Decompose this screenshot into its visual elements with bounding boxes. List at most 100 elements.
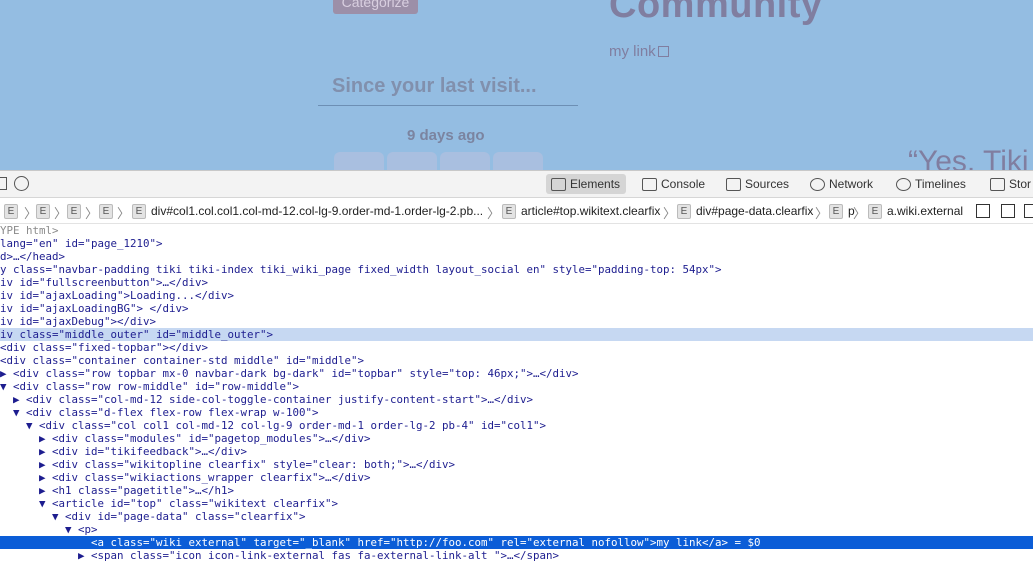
- breadcrumb-item-a[interactable]: Ea.wiki.external: [868, 204, 963, 220]
- breadcrumb-separator: 〉: [54, 206, 68, 221]
- breadcrumb: E 〉 E 〉 E 〉 E 〉 Ediv#col1.col.col1.col-m…: [0, 198, 1033, 224]
- dom-node-text: ▼ <div class="d-flex flex-row flex-wrap …: [0, 406, 319, 419]
- dom-node-text: iv id="fullscreenbutton">…</div>: [0, 276, 209, 289]
- dom-node-row[interactable]: y class="navbar-padding tiki tiki-index …: [0, 263, 1033, 276]
- dom-node-row[interactable]: ▼ <div class="col col1 col-md-12 col-lg-…: [0, 419, 1033, 432]
- breadcrumb-separator: 〉: [85, 206, 99, 221]
- dom-node-row[interactable]: <div class="fixed-topbar"></div>: [0, 341, 1033, 354]
- dom-node-row[interactable]: ▼ <div id="page-data" class="clearfix">: [0, 510, 1033, 523]
- dom-node-row[interactable]: ▼ <div class="d-flex flex-row flex-wrap …: [0, 406, 1033, 419]
- dom-node-text: ▶ <div class="modules" id="pagetop_modul…: [0, 432, 371, 445]
- tab-elements-label: Elements: [570, 177, 621, 191]
- dom-node-row[interactable]: ▼ <article id="top" class="wikitext clea…: [0, 497, 1033, 510]
- dom-node-text: lang="en" id="page_1210">: [0, 237, 163, 250]
- element-badge-icon: E: [868, 204, 882, 220]
- dom-node-row[interactable]: iv id="ajaxLoadingBG"> </div>: [0, 302, 1033, 315]
- dom-node-row[interactable]: ▶ <div class="wikiactions_wrapper clearf…: [0, 471, 1033, 484]
- dom-node-row[interactable]: lang="en" id="page_1210">: [0, 237, 1033, 250]
- dom-node-text: ▶ <h1 class="pagetitle">…</h1>: [0, 484, 235, 497]
- tab-activity[interactable]: [334, 152, 384, 170]
- dom-node-text: ▶ <div class="wikiactions_wrapper clearf…: [0, 471, 371, 484]
- toggle-sidebar-icon[interactable]: [0, 177, 7, 190]
- dom-node-row[interactable]: iv id="fullscreenbutton">…</div>: [0, 276, 1033, 289]
- tab-console[interactable]: Console: [637, 174, 711, 194]
- tab-timelines-label: Timelines: [915, 177, 966, 191]
- dom-node-text: ▶ <div id="tikifeedback">…</div>: [0, 445, 248, 458]
- element-badge-icon: E: [502, 204, 516, 220]
- dom-node-row[interactable]: iv id="ajaxLoading">Loading...</div>: [0, 289, 1033, 302]
- tab-network[interactable]: Network: [805, 174, 879, 194]
- dom-node-row[interactable]: <div class="container container-std midd…: [0, 354, 1033, 367]
- dom-node-text: YPE html>: [0, 224, 59, 237]
- dom-node-text: iv id="ajaxLoading">Loading...</div>: [0, 289, 235, 302]
- dom-node-text: ▶ <div class="wikitopline clearfix" styl…: [0, 458, 456, 471]
- dom-node-row[interactable]: ▶ <div class="col-md-12 side-col-toggle-…: [0, 393, 1033, 406]
- dom-node-row[interactable]: ▶ <div class="wikitopline clearfix" styl…: [0, 458, 1033, 471]
- dom-node-text: ▶ <div class="col-md-12 side-col-toggle-…: [0, 393, 534, 406]
- tab-sources-label: Sources: [745, 177, 790, 191]
- dom-node-row[interactable]: iv class="middle_outer" id="middle_outer…: [0, 328, 1033, 341]
- page-title: Community: [609, 0, 823, 26]
- tab-storage[interactable]: Stor: [985, 174, 1033, 194]
- dom-node-text: iv class="middle_outer" id="middle_outer…: [0, 328, 274, 341]
- print-icon[interactable]: [1001, 204, 1015, 218]
- inspect-element-icon[interactable]: [14, 176, 29, 191]
- dom-node-row[interactable]: iv id="ajaxDebug"></div>: [0, 315, 1033, 328]
- elements-icon: [551, 178, 566, 191]
- tab-console-label: Console: [661, 177, 706, 191]
- breadcrumb-separator: 〉: [853, 206, 867, 221]
- since-last-visit-heading: Since your last visit...: [332, 75, 537, 97]
- dom-node-text: ▼ <article id="top" class="wikitext clea…: [0, 497, 339, 510]
- breadcrumb-item[interactable]: E: [99, 204, 118, 220]
- tab-files[interactable]: [440, 152, 490, 170]
- dom-node-text: ▼ <div class="row row-middle" id="row-mi…: [0, 380, 300, 393]
- web-page-viewport: Categorize Community my link Since your …: [0, 0, 1033, 170]
- dom-node-row[interactable]: ▼ <div class="row row-middle" id="row-mi…: [0, 380, 1033, 393]
- dom-node-row[interactable]: ▼ <p>: [0, 523, 1033, 536]
- dom-node-row[interactable]: ▶ <div class="modules" id="pagetop_modul…: [0, 432, 1033, 445]
- tab-pages[interactable]: [387, 152, 437, 170]
- dom-node-row[interactable]: d>…</head>: [0, 250, 1033, 263]
- element-badge-icon: E: [677, 204, 691, 220]
- tab-storage-label: Stor: [1009, 177, 1032, 191]
- breadcrumb-item-col1[interactable]: Ediv#col1.col.col1.col-md-12.col-lg-9.or…: [132, 204, 483, 220]
- tab-timelines[interactable]: Timelines: [891, 174, 972, 194]
- breadcrumb-separator: 〉: [815, 206, 829, 221]
- dom-node-text: ▼ <div id="page-data" class="clearfix">: [0, 510, 306, 523]
- tab-sources[interactable]: Sources: [721, 174, 795, 194]
- timelines-icon: [896, 178, 911, 191]
- breadcrumb-separator: 〉: [117, 206, 131, 221]
- dom-node-row[interactable]: ▶ <h1 class="pagetitle">…</h1>: [0, 484, 1033, 497]
- tab-network-label: Network: [829, 177, 874, 191]
- breadcrumb-item[interactable]: E: [4, 204, 23, 220]
- breadcrumb-item-p[interactable]: Ep: [829, 204, 855, 220]
- external-link-icon: [657, 46, 669, 57]
- dom-node-row[interactable]: YPE html>: [0, 224, 1033, 237]
- panel-icon[interactable]: [1024, 204, 1033, 218]
- storage-icon: [990, 178, 1005, 191]
- categorize-button[interactable]: Categorize: [333, 0, 418, 14]
- dom-node-text: ▼ <div class="col col1 col-md-12 col-lg-…: [0, 419, 547, 432]
- breadcrumb-item[interactable]: E: [67, 204, 86, 220]
- breadcrumb-item-article[interactable]: Earticle#top.wikitext.clearfix: [502, 204, 660, 220]
- tab-elements[interactable]: Elements: [546, 174, 627, 194]
- dom-node-text: <div class="fixed-topbar"></div>: [0, 341, 209, 354]
- dom-node-row[interactable]: ▶ <div id="tikifeedback">…</div>: [0, 445, 1033, 458]
- dom-node-row[interactable]: <a class="wiki external" target="_blank"…: [0, 536, 1033, 549]
- my-link-text[interactable]: my link: [609, 43, 656, 60]
- dom-node-row[interactable]: ▶ <span class="icon icon-link-external f…: [0, 549, 1033, 562]
- network-icon: [810, 178, 825, 191]
- dom-node-text: y class="navbar-padding tiki tiki-index …: [0, 263, 722, 276]
- sources-icon: [726, 178, 741, 191]
- dom-node-text: iv id="ajaxLoadingBG"> </div>: [0, 302, 189, 315]
- dom-tree[interactable]: YPE html> lang="en" id="page_1210"> d>…</h…: [0, 224, 1033, 563]
- dom-node-text: ▶ <span class="icon icon-link-external f…: [0, 549, 560, 562]
- dom-node-text: d>…</head>: [0, 250, 66, 263]
- breadcrumb-item[interactable]: E: [36, 204, 55, 220]
- element-badge-icon: E: [829, 204, 843, 220]
- layout-grid-icon[interactable]: [976, 204, 990, 218]
- breadcrumb-item-page-data[interactable]: Ediv#page-data.clearfix: [677, 204, 813, 220]
- tab-users[interactable]: [493, 152, 543, 170]
- dom-node-row[interactable]: ▶ <div class="row topbar mx-0 navbar-dar…: [0, 367, 1033, 380]
- my-link[interactable]: my link: [609, 43, 669, 60]
